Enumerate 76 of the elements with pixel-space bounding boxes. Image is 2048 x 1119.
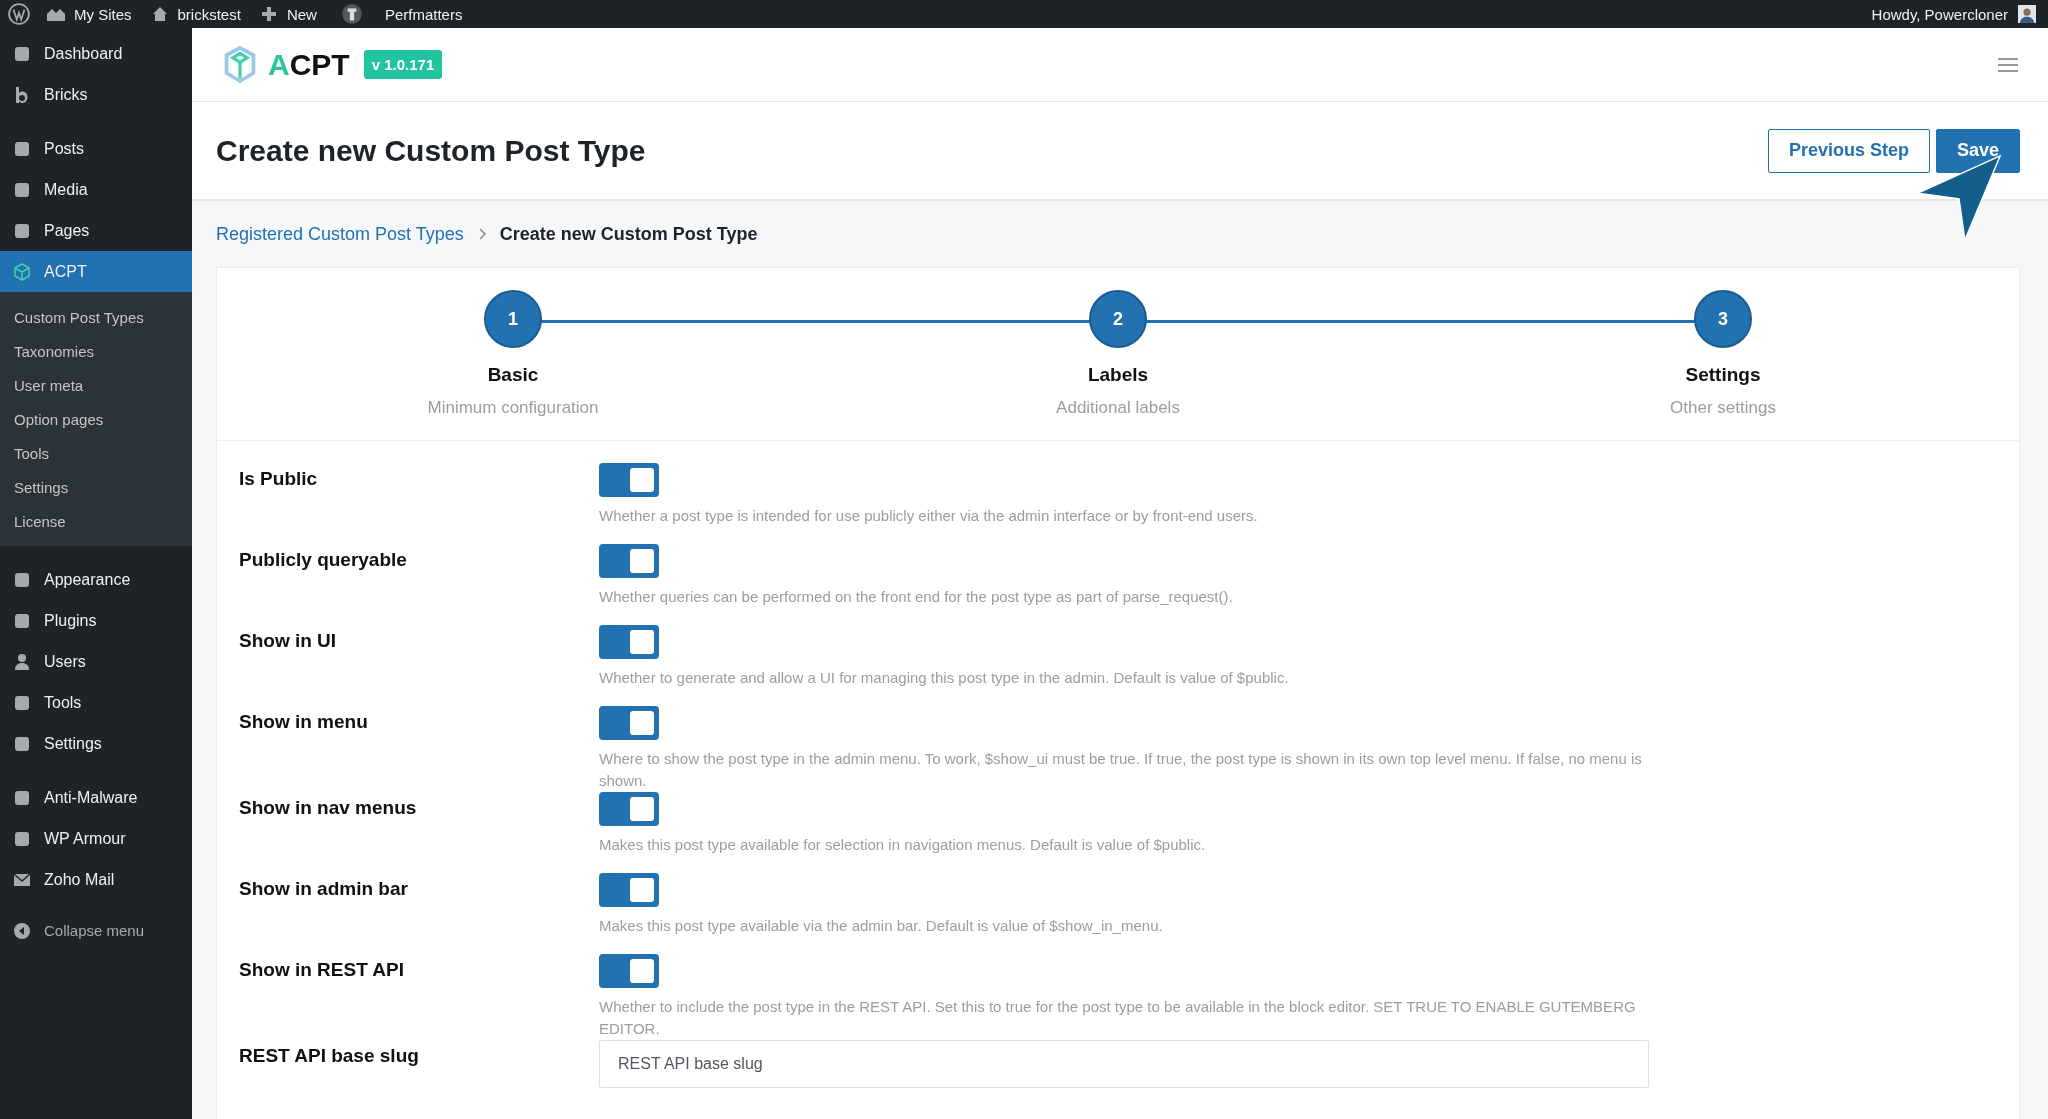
sidebar-item[interactable]: Bricks xyxy=(0,74,192,115)
submenu-item[interactable]: Custom Post Types xyxy=(0,300,192,334)
toggle-switch[interactable] xyxy=(599,625,659,659)
menu-icon[interactable] xyxy=(1998,57,2018,72)
breadcrumb-link[interactable]: Registered Custom Post Types xyxy=(216,223,464,245)
toggle-switch[interactable] xyxy=(599,954,659,988)
breadcrumb-current: Create new Custom Post Type xyxy=(499,223,758,245)
submenu-item[interactable]: Tools xyxy=(0,436,192,470)
step-title: Basic xyxy=(487,364,539,386)
field-label: Show in REST API xyxy=(239,958,406,982)
page-title: Create new Custom Post Type xyxy=(216,133,646,168)
field-description: Makes this post type available via the admin bar. Default is value of $show_in_menu. xyxy=(599,916,1163,936)
field-label: Show in admin bar xyxy=(239,877,409,901)
sidebar-item[interactable]: Media xyxy=(0,169,192,210)
submenu-item[interactable]: Taxonomies xyxy=(0,334,192,368)
field-description: Where to show the post type in the admin menu. To work, $show_ui must be true. If true, the post type is shown in its own top level menu. If false, no menu is shown. xyxy=(599,749,1643,791)
greeting-link[interactable]: Howdy, Powercloner xyxy=(1871,5,2008,23)
sidebar-item[interactable]: Users xyxy=(0,641,192,682)
plugin-logo-icon xyxy=(340,3,363,25)
wordpress-logo-icon[interactable] xyxy=(8,3,30,25)
sidebar-item[interactable]: Dashboard xyxy=(0,33,192,74)
collapse-icon xyxy=(12,920,32,941)
toggle-switch[interactable] xyxy=(599,463,659,497)
field-label: Show in menu xyxy=(239,710,369,734)
houses-icon xyxy=(46,6,66,22)
step-title: Settings xyxy=(1685,364,1761,386)
field-label: Publicly queryable xyxy=(239,548,408,572)
collapse-menu-button[interactable]: Collapse menu xyxy=(0,910,192,951)
submenu-item[interactable]: User meta xyxy=(0,368,192,402)
step-number[interactable]: 3 xyxy=(1694,290,1752,348)
field-label: REST API base slug xyxy=(239,1044,420,1068)
cube-icon xyxy=(12,261,32,282)
submenu-item[interactable]: Settings xyxy=(0,470,192,504)
previous-step-button[interactable]: Previous Step xyxy=(1767,128,1930,173)
sidebar-item[interactable]: Pages xyxy=(0,210,192,251)
save-button[interactable]: Save xyxy=(1935,128,2020,173)
chevron-right-icon xyxy=(477,228,486,240)
step-number[interactable]: 2 xyxy=(1089,290,1147,348)
step-subtitle: Other settings xyxy=(1670,398,1776,418)
field-description: Whether queries can be performed on the front end for the post type as part of parse_request(). xyxy=(599,587,1233,607)
admin-bar-link[interactable]: Perfmatters xyxy=(384,5,463,23)
step-subtitle: Additional labels xyxy=(1056,398,1180,418)
submenu-item[interactable]: Option pages xyxy=(0,402,192,436)
toggle-switch[interactable] xyxy=(599,544,659,578)
field-label: Show in UI xyxy=(239,629,338,653)
admin-bar-link[interactable]: brickstest xyxy=(177,5,241,23)
sidebar-item[interactable]: Settings xyxy=(0,723,192,764)
admin-bar-link[interactable]: My Sites xyxy=(74,5,132,23)
toggle-switch[interactable] xyxy=(599,873,659,907)
field-description: Whether to generate and allow a UI for managing this post type in the admin. Default is value of $public. xyxy=(599,668,1289,688)
submenu-item[interactable]: License xyxy=(0,504,192,538)
sidebar-item[interactable]: Plugins xyxy=(0,600,192,641)
sidebar-item[interactable]: Zoho Mail xyxy=(0,859,192,900)
sidebar-item[interactable]: Anti-Malware xyxy=(0,777,192,818)
sidebar-item[interactable]: WP Armour xyxy=(0,818,192,859)
toggle-switch[interactable] xyxy=(599,706,659,740)
sidebar-item[interactable]: ACPT xyxy=(0,251,192,292)
avatar-icon[interactable] xyxy=(2018,5,2036,23)
toggle-switch[interactable] xyxy=(599,792,659,826)
user-icon xyxy=(12,651,32,672)
field-description: Makes this post type available for selection in navigation menus. Default is value of $public. xyxy=(599,835,1206,855)
step-subtitle: Minimum configuration xyxy=(427,398,599,418)
sidebar-item[interactable]: Posts xyxy=(0,128,192,169)
admin-bar-link[interactable]: New xyxy=(286,5,317,23)
field-description: Whether a post type is intended for use publicly either via the admin interface or by front-end users. xyxy=(599,506,1258,526)
sidebar-item[interactable]: Appearance xyxy=(0,559,192,600)
step-title: Labels xyxy=(1087,364,1149,386)
field-label: Is Public xyxy=(239,467,319,491)
plugin-logo-text: ACPT xyxy=(268,47,350,82)
cube-logo-icon xyxy=(222,44,258,85)
field-label: Show in nav menus xyxy=(239,796,418,820)
input-field[interactable]: REST API base slug xyxy=(599,1040,1649,1088)
version-badge: v 1.0.171 xyxy=(363,50,443,79)
sidebar-item[interactable]: Tools xyxy=(0,682,192,723)
field-description: Whether to include the post type in the REST API. Set this to true for the post type to be available in the block editor. SET TRUE TO ENABLE GUTEMBERG EDITOR. xyxy=(599,997,1637,1039)
step-number[interactable]: 1 xyxy=(484,290,542,348)
